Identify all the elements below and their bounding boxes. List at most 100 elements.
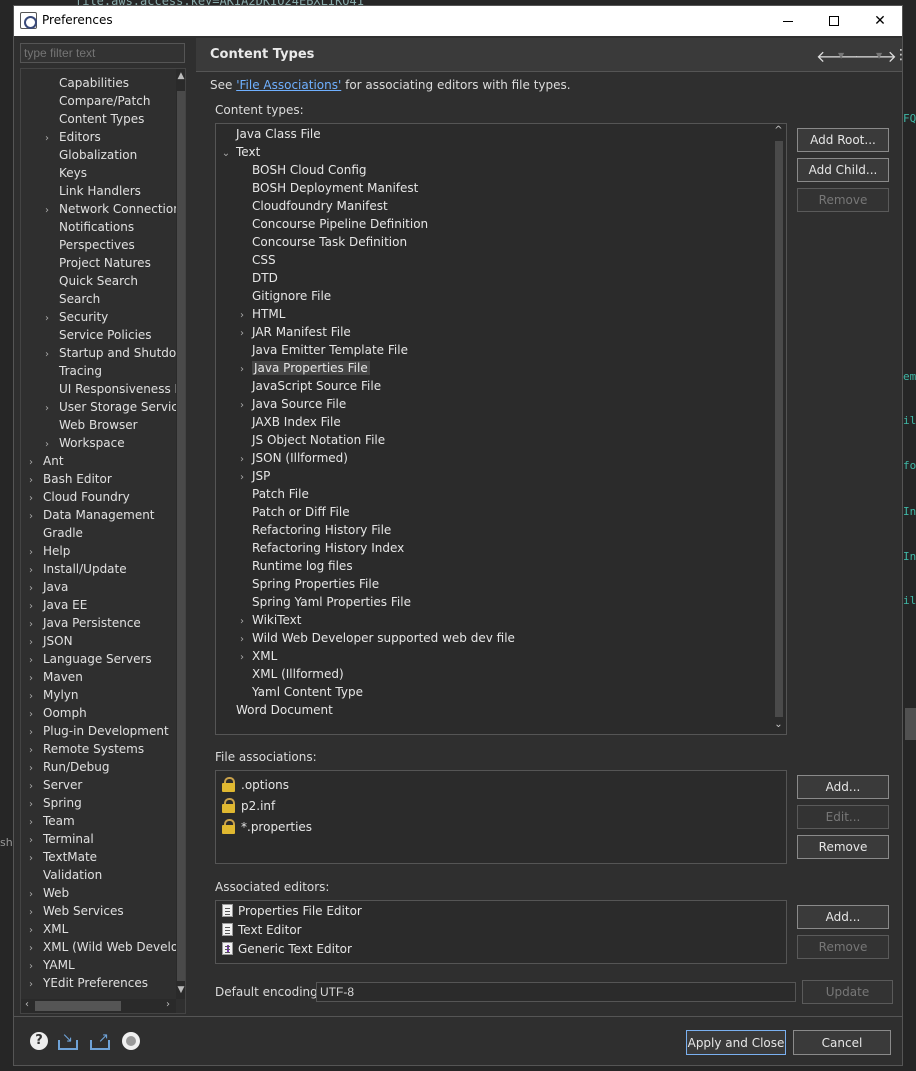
nav-item[interactable]: Content Types [41,110,144,128]
content-types-scroll-thumb[interactable] [775,141,783,717]
nav-item[interactable]: › Data Management [25,506,155,524]
nav-item[interactable]: › Web Services [25,902,124,920]
content-type-item[interactable]: Concourse Task Definition [236,233,407,251]
associated-editor-item[interactable]: Properties File Editor [222,901,362,921]
remove-content-type-button[interactable]: Remove [797,188,889,212]
nav-item[interactable]: Web Browser [41,416,138,434]
nav-item[interactable]: › Help [25,542,70,560]
content-type-item[interactable]: Spring Properties File [236,575,379,593]
nav-item[interactable]: › YAML [25,956,75,974]
content-type-item[interactable]: Patch File [236,485,309,503]
scroll-up-icon[interactable]: ^ [771,125,786,139]
nav-item[interactable]: UI Responsiveness Monitoring [41,380,185,398]
remove-editor-button[interactable]: Remove [797,935,889,959]
nav-item[interactable]: › Mylyn [25,686,79,704]
nav-item[interactable]: › Java [25,578,68,596]
nav-item[interactable]: Keys [41,164,87,182]
scroll-down-icon[interactable]: ▼ [176,985,185,997]
nav-item[interactable]: › YEdit Preferences [25,974,148,992]
nav-item[interactable]: Gradle [25,524,83,542]
content-type-item[interactable]: › JAR Manifest File [236,323,351,341]
file-association-item[interactable]: .options [222,775,289,795]
nav-item[interactable]: ›XML (Wild Web Developer) [25,938,185,956]
content-type-item[interactable]: Patch or Diff File [236,503,350,521]
nav-item[interactable]: › Maven [25,668,83,686]
nav-item[interactable]: › TextMate [25,848,97,866]
scroll-right-icon[interactable]: › [162,999,174,1013]
content-type-item[interactable]: › Wild Web Developer supported web dev fi… [236,629,515,647]
nav-item[interactable]: › Security [41,308,108,326]
nav-item[interactable]: › Run/Debug [25,758,110,776]
associated-editor-item[interactable]: Text Editor [222,920,302,940]
scroll-down-icon[interactable]: ⌄ [771,719,786,733]
content-type-item[interactable]: Java Class File [220,125,321,143]
nav-item[interactable]: Compare/Patch [41,92,150,110]
nav-item[interactable]: › JSON [25,632,73,650]
content-type-item[interactable]: JAXB Index File [236,413,341,431]
nav-item[interactable]: Notifications [41,218,134,236]
content-type-item[interactable]: Gitignore File [236,287,331,305]
scroll-up-icon[interactable]: ▲ [176,71,185,83]
filter-input[interactable] [20,43,185,63]
content-type-item[interactable]: › JSP [236,467,270,485]
nav-item[interactable]: Capabilities [41,74,129,92]
content-type-item[interactable]: › Java Properties File [236,359,370,377]
chevron-down-icon[interactable]: ⌄ [220,145,232,163]
content-type-item[interactable]: CSS [236,251,276,269]
add-editor-button[interactable]: Add... [797,905,889,929]
close-button[interactable]: ✕ [857,6,903,36]
content-type-item[interactable]: DTD [236,269,278,287]
nav-item[interactable]: › Ant [25,452,64,470]
content-type-item[interactable]: BOSH Deployment Manifest [236,179,418,197]
content-type-item[interactable]: Refactoring History Index [236,539,404,557]
nav-item[interactable]: › Spring [25,794,82,812]
content-type-item[interactable]: Yaml Content Type [236,683,363,701]
forward-dropdown-icon[interactable]: ▼ [876,51,882,60]
nav-item[interactable]: › Bash Editor [25,470,112,488]
nav-item[interactable]: Project Natures [41,254,151,272]
add-root-button[interactable]: Add Root... [797,128,889,152]
content-type-item[interactable]: Spring Yaml Properties File [236,593,411,611]
nav-item[interactable]: Perspectives [41,236,135,254]
associated-editor-item[interactable]: Generic Text Editor [222,939,352,959]
content-type-item[interactable]: › JSON (Illformed) [236,449,348,467]
content-type-item[interactable]: › XML [236,647,277,665]
view-menu-icon[interactable]: ⋮ [894,47,908,63]
minimize-button[interactable] [765,6,811,36]
content-type-item[interactable]: Concourse Pipeline Definition [236,215,428,233]
nav-hscroll-thumb[interactable] [35,1001,121,1011]
file-association-item[interactable]: *.properties [222,817,312,837]
content-type-item[interactable]: Cloudfoundry Manifest [236,197,388,215]
content-type-item[interactable]: ⌄ Text [220,143,260,161]
nav-item[interactable]: › Terminal [25,830,94,848]
nav-item[interactable]: › Workspace [41,434,125,452]
nav-item[interactable]: Link Handlers [41,182,141,200]
nav-item[interactable]: › Plug-in Development [25,722,169,740]
nav-item[interactable]: › Java EE [25,596,87,614]
content-type-item[interactable]: JavaScript Source File [236,377,381,395]
update-button[interactable]: Update [802,980,893,1004]
nav-item[interactable]: › Network Connections [41,200,185,218]
export-preferences-icon[interactable]: ↗ [90,1031,110,1050]
content-type-item[interactable]: › HTML [236,305,285,323]
content-type-item[interactable]: Word Document [220,701,333,719]
nav-item[interactable]: Globalization [41,146,137,164]
back-dropdown-icon[interactable]: ▼ [838,51,844,60]
scroll-left-icon[interactable]: ‹ [21,999,33,1013]
content-type-item[interactable]: Runtime log files [236,557,353,575]
add-file-association-button[interactable]: Add... [797,775,889,799]
nav-item[interactable]: › Server [25,776,82,794]
file-associations-link[interactable]: 'File Associations' [236,78,341,92]
cancel-button[interactable]: Cancel [793,1030,891,1055]
nav-item[interactable]: › Startup and Shutdown [41,344,185,362]
nav-item[interactable]: › Cloud Foundry [25,488,130,506]
content-type-item[interactable]: BOSH Cloud Config [236,161,367,179]
nav-item[interactable]: Search [41,290,100,308]
apply-and-close-button[interactable]: Apply and Close [686,1030,786,1055]
nav-item[interactable]: › Web [25,884,69,902]
nav-item[interactable]: › XML [25,920,68,938]
import-preferences-icon[interactable]: ↘ [58,1031,78,1050]
content-type-item[interactable]: › WikiText [236,611,302,629]
add-child-button[interactable]: Add Child... [797,158,889,182]
nav-item[interactable]: Quick Search [41,272,138,290]
